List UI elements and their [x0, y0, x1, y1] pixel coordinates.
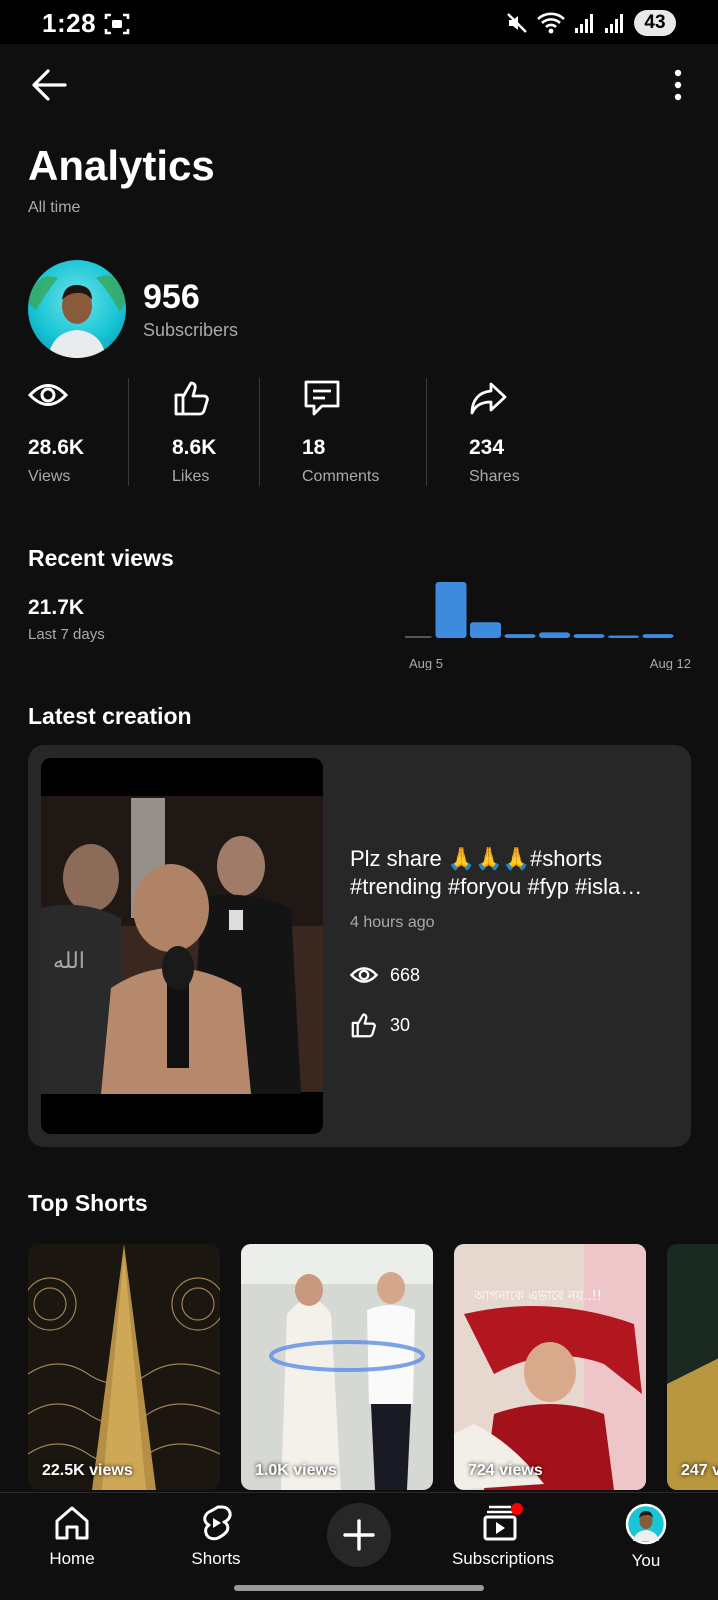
- chart-bar: [642, 634, 674, 638]
- signal-icon: [575, 14, 593, 33]
- video-views-value: 668: [390, 964, 421, 985]
- chart-bar: [504, 634, 536, 638]
- avatar-photo: [28, 275, 126, 358]
- top-shorts-carousel[interactable]: 22.5K views 1.0K views আপনাকে এভাবে নয়.…: [28, 1244, 718, 1490]
- video-views: 668: [350, 963, 420, 987]
- back-arrow-icon[interactable]: [30, 66, 68, 104]
- x-tick-start: Aug 5: [409, 656, 443, 670]
- period-label: All time: [28, 199, 81, 216]
- divider: [426, 378, 427, 486]
- chart-bar: [539, 632, 570, 638]
- nav-shorts[interactable]: Shorts: [156, 1503, 276, 1569]
- notification-badge: [511, 1503, 523, 1515]
- divider: [128, 378, 129, 486]
- thumbs-up-icon: [351, 1013, 376, 1038]
- chart-bars: [405, 582, 674, 638]
- home-icon: [55, 1506, 89, 1540]
- top-shorts-heading: Top Shorts: [28, 1190, 148, 1216]
- profile-avatar-icon: [625, 1503, 667, 1545]
- plus-icon: [343, 1519, 375, 1551]
- comment-icon: [304, 380, 340, 416]
- status-time: 1:28: [42, 8, 97, 38]
- stat-label: Comments: [302, 468, 380, 485]
- short-thumbnail[interactable]: 1.0K views: [241, 1244, 433, 1490]
- nav-home[interactable]: Home: [12, 1503, 132, 1569]
- thumbnail-image: الله: [41, 796, 323, 1094]
- eye-icon: [350, 967, 378, 983]
- short-views: 1.0K views: [255, 1462, 337, 1479]
- video-likes: 30: [350, 1011, 410, 1039]
- stat-label: Views: [28, 468, 71, 485]
- gesture-handle: [234, 1585, 484, 1591]
- subscriptions-icon: [483, 1503, 523, 1541]
- short-image: [241, 1244, 433, 1490]
- stat-value: 28.6K: [28, 436, 85, 459]
- short-image: আপনাকে এভাবে নয়..!!: [454, 1244, 646, 1490]
- page-title: Analytics: [28, 142, 215, 189]
- stat-comments[interactable]: 18 Comments: [302, 378, 379, 485]
- svg-text:আপনাকে এভাবে নয়..!!: আপনাকে এভাবে নয়..!!: [473, 1289, 602, 1304]
- status-bar: 1:28 43: [0, 0, 718, 44]
- video-thumbnail[interactable]: الله: [41, 758, 323, 1134]
- stat-label: Likes: [172, 468, 210, 485]
- nav-subscriptions-label: Subscriptions: [451, 1549, 555, 1568]
- short-views: 247 v: [681, 1462, 718, 1479]
- stats-row: 28.6K Views 8.6K Likes 18 Comments 234 S…: [0, 378, 718, 488]
- chart-bar: [405, 636, 432, 638]
- short-views: 22.5K views: [42, 1462, 133, 1479]
- subscriber-count: 956: [143, 278, 200, 316]
- nav-you-label: You: [631, 1551, 661, 1570]
- signal-icon: [605, 14, 623, 33]
- short-thumbnail[interactable]: 22.5K views: [28, 1244, 220, 1490]
- short-image: [667, 1244, 718, 1490]
- stat-views[interactable]: 28.6K Views: [28, 378, 84, 485]
- mute-icon: [507, 13, 527, 33]
- chart-bar: [435, 582, 467, 638]
- wifi-icon: [537, 12, 565, 34]
- nav-home-label: Home: [49, 1549, 95, 1568]
- subscriber-label: Subscribers: [143, 320, 239, 340]
- stat-value: 8.6K: [172, 436, 217, 459]
- chart-bar: [470, 622, 501, 638]
- recent-views-heading: Recent views: [28, 545, 174, 571]
- stat-label: Shares: [469, 468, 520, 485]
- bottom-navigation: Home Shorts Subscriptions You: [0, 1492, 718, 1600]
- share-icon: [470, 382, 507, 415]
- stat-likes[interactable]: 8.6K Likes: [172, 378, 216, 485]
- eye-icon: [28, 384, 68, 406]
- status-icons: 43: [506, 9, 676, 37]
- nav-you[interactable]: You: [586, 1503, 706, 1571]
- nav-shorts-label: Shorts: [191, 1549, 241, 1568]
- latest-creation-heading: Latest creation: [28, 703, 192, 729]
- short-image: [28, 1244, 220, 1490]
- thumbs-up-icon: [174, 381, 209, 416]
- create-button[interactable]: [327, 1503, 391, 1567]
- stat-value: 18: [302, 436, 326, 459]
- screenshot-icon: [104, 13, 130, 35]
- x-tick-end: Aug 12: [650, 656, 691, 670]
- short-thumbnail[interactable]: আপনাকে এভাবে নয়..!! 724 views: [454, 1244, 646, 1490]
- top-bar: [0, 44, 718, 126]
- chart-bar: [608, 635, 639, 638]
- recent-views-period: Last 7 days: [28, 626, 105, 643]
- recent-views-chart[interactable]: Aug 5 Aug 12: [405, 580, 695, 670]
- divider: [259, 378, 260, 486]
- short-views: 724 views: [468, 1462, 543, 1479]
- stat-value: 234: [469, 436, 505, 459]
- video-likes-value: 30: [390, 1014, 411, 1035]
- channel-avatar: [28, 260, 126, 358]
- shorts-icon: [203, 1505, 232, 1541]
- latest-creation-card[interactable]: الله Plz share 🙏🙏🙏#shorts #trending #for…: [28, 745, 691, 1147]
- video-time: 4 hours ago: [350, 914, 435, 931]
- video-title: Plz share 🙏🙏🙏#shorts #trending #foryou #…: [350, 846, 643, 899]
- chart-bar: [573, 634, 605, 638]
- recent-views-value: 21.7K: [28, 596, 85, 619]
- svg-text:الله: الله: [53, 949, 85, 974]
- nav-subscriptions[interactable]: Subscriptions: [442, 1503, 564, 1569]
- battery-indicator: 43: [634, 10, 676, 36]
- more-options-icon[interactable]: [668, 68, 688, 104]
- short-thumbnail[interactable]: 247 v: [667, 1244, 718, 1490]
- stat-shares[interactable]: 234 Shares: [469, 378, 520, 485]
